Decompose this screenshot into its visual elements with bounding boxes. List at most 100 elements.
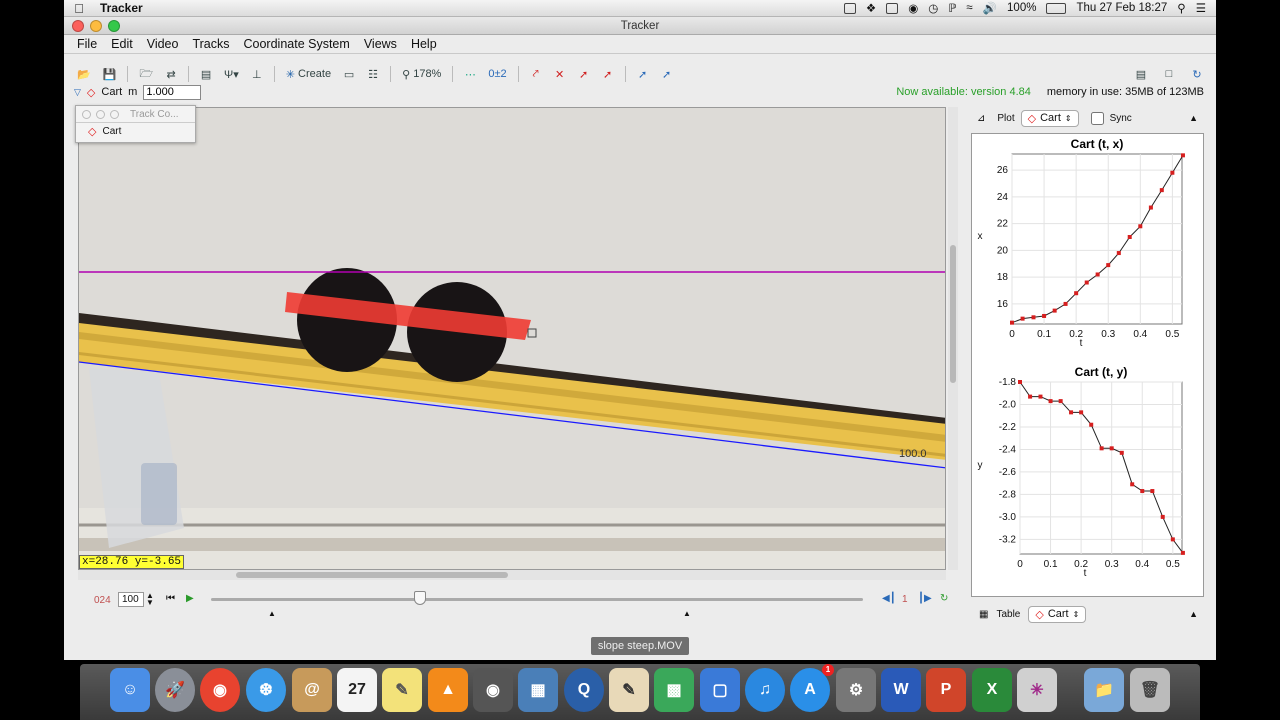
- close-window-button[interactable]: [72, 20, 84, 32]
- track-control-icon[interactable]: ▭: [340, 64, 358, 84]
- refresh-icon[interactable]: ↻: [1188, 64, 1206, 84]
- facetime-icon[interactable]: ◉: [473, 668, 513, 712]
- menu-views[interactable]: Views: [357, 37, 404, 51]
- wifi-icon[interactable]: ≈: [966, 2, 972, 14]
- mass-field[interactable]: [143, 84, 202, 100]
- track-control-panel[interactable]: Track Co... ◇ Cart: [75, 105, 196, 143]
- photos-icon[interactable]: ▦: [518, 668, 558, 712]
- word-icon[interactable]: W: [881, 668, 921, 712]
- record-icon[interactable]: ◉: [908, 1, 918, 15]
- notification-icon[interactable]: [843, 2, 856, 14]
- plot-track-dropdown[interactable]: ◇ Cart ⇕: [1020, 109, 1079, 127]
- open-video-icon[interactable]: 🗁: [136, 64, 156, 84]
- step-forward-icon[interactable]: ┃▶: [918, 593, 932, 604]
- system-app-name[interactable]: Tracker: [100, 1, 143, 15]
- rate-spinner[interactable]: ▲ ▼: [146, 592, 154, 607]
- video-slider[interactable]: [211, 598, 863, 601]
- preview-icon[interactable]: ✎: [609, 668, 649, 712]
- video-vertical-scrollbar[interactable]: [948, 107, 958, 570]
- track-list-icon[interactable]: ☷: [364, 64, 382, 84]
- volume-icon[interactable]: 🔊: [983, 1, 997, 15]
- menu-file[interactable]: File: [70, 37, 104, 51]
- step-back-icon[interactable]: ◀┃: [882, 593, 896, 604]
- position-marker-icon[interactable]: ✕: [551, 64, 569, 84]
- menu-edit[interactable]: Edit: [104, 37, 140, 51]
- axes-icon[interactable]: ⊥: [248, 64, 266, 84]
- bluetooth-icon[interactable]: ℙ: [948, 1, 956, 15]
- video-canvas[interactable]: 100.0 x=28.76 y=-3.65: [78, 107, 946, 570]
- finder-icon[interactable]: ☺: [110, 668, 150, 712]
- end-marker[interactable]: ▲: [683, 609, 691, 618]
- tracker-app-icon[interactable]: ✳: [1017, 668, 1057, 712]
- frame-number[interactable]: 024: [94, 595, 111, 606]
- open-folder-icon[interactable]: 📂: [74, 64, 94, 84]
- update-notice[interactable]: Now available: version 4.84: [896, 86, 1031, 98]
- create-button[interactable]: ✳ Create: [283, 64, 334, 84]
- menu-help[interactable]: Help: [404, 37, 444, 51]
- vector-sum-icon[interactable]: ➚: [634, 64, 652, 84]
- menu-video[interactable]: Video: [140, 37, 186, 51]
- downloads-folder-icon[interactable]: 📁: [1084, 668, 1124, 712]
- scrollbar-thumb[interactable]: [236, 572, 508, 578]
- track-name[interactable]: Cart: [101, 86, 122, 98]
- slider-knob[interactable]: [413, 591, 426, 605]
- itunes-icon[interactable]: ♫: [745, 668, 785, 712]
- time-machine-icon[interactable]: ◷: [928, 1, 938, 15]
- start-marker[interactable]: ▲: [268, 609, 276, 618]
- trail-icon[interactable]: ⋯: [461, 64, 479, 84]
- play-icon[interactable]: ▶: [186, 593, 194, 604]
- minimize-window-button[interactable]: [90, 20, 102, 32]
- notes-icon[interactable]: ▤: [1132, 64, 1150, 84]
- apple-icon[interactable]: : [64, 1, 94, 16]
- sync-checkbox[interactable]: [1090, 111, 1104, 125]
- track-control-header[interactable]: Track Co...: [76, 106, 195, 123]
- track-menu-icon[interactable]: ▽: [74, 87, 81, 98]
- dropbox-icon[interactable]: ❖: [866, 1, 876, 15]
- menu-tracks[interactable]: Tracks: [185, 37, 236, 51]
- loop-icon[interactable]: ↻: [940, 593, 948, 604]
- notes-icon[interactable]: ✎: [382, 668, 422, 712]
- export-icon[interactable]: ⇄: [162, 64, 180, 84]
- collapse-icon[interactable]: ▲: [1189, 113, 1198, 123]
- vlc-icon[interactable]: ▲: [428, 668, 468, 712]
- scrollbar-thumb[interactable]: [950, 245, 956, 383]
- calibration-icon[interactable]: Ψ▾: [221, 64, 242, 84]
- chrome-icon[interactable]: ◉: [200, 668, 240, 712]
- clock[interactable]: Thu 27 Feb 18:27: [1076, 2, 1167, 14]
- path-icon[interactable]: ⤤: [527, 64, 545, 84]
- quicktime-icon[interactable]: Q: [564, 668, 604, 712]
- launchpad-icon[interactable]: 🚀: [155, 668, 195, 712]
- track-control-item[interactable]: ◇ Cart: [76, 123, 195, 141]
- collapse-icon[interactable]: ▲: [1189, 609, 1198, 619]
- reset-icon[interactable]: ⏮: [166, 593, 175, 604]
- safari-icon[interactable]: ❆: [246, 668, 286, 712]
- system-preferences-icon[interactable]: ⚙: [836, 668, 876, 712]
- battery-icon[interactable]: [1046, 2, 1067, 14]
- autostep-button[interactable]: 0±2: [485, 64, 509, 84]
- spotlight-icon[interactable]: ⚲: [1177, 1, 1185, 15]
- zoom-window-button[interactable]: [108, 20, 120, 32]
- velocity-icon[interactable]: ➚: [575, 64, 593, 84]
- powerpoint-icon[interactable]: P: [926, 668, 966, 712]
- plot-area[interactable]: Cart (t, x) 0 0.1 0.2 0.3 0.4 0.5 16 18 20 22 24 26 t…: [971, 133, 1204, 597]
- contacts-icon[interactable]: @: [292, 668, 332, 712]
- rate-field[interactable]: 100: [118, 592, 144, 607]
- keynote-icon[interactable]: ▢: [700, 668, 740, 712]
- acceleration-icon[interactable]: ➚: [599, 64, 617, 84]
- zoom-button[interactable]: ⚲ 178%: [399, 64, 444, 84]
- menu-coordinate-system[interactable]: Coordinate System: [237, 37, 357, 51]
- excel-icon[interactable]: X: [972, 668, 1012, 712]
- document-icon[interactable]: □: [1160, 64, 1178, 84]
- table-track-dropdown[interactable]: ◇ Cart ⇕: [1028, 605, 1087, 623]
- calendar-icon[interactable]: 27: [337, 668, 377, 712]
- notification-center-icon[interactable]: ☰: [1196, 1, 1206, 15]
- video-horizontal-scrollbar[interactable]: [78, 570, 946, 580]
- window-icon[interactable]: [886, 2, 899, 14]
- trash-icon[interactable]: 🗑: [1130, 668, 1170, 712]
- tape-length-label[interactable]: 100.0: [899, 448, 927, 460]
- step-size[interactable]: 1: [902, 594, 908, 605]
- save-icon[interactable]: 💾: [100, 64, 120, 84]
- app-store-icon[interactable]: A1: [790, 664, 834, 712]
- numbers-icon[interactable]: ▩: [654, 668, 694, 712]
- momentum-icon[interactable]: ➚: [658, 64, 676, 84]
